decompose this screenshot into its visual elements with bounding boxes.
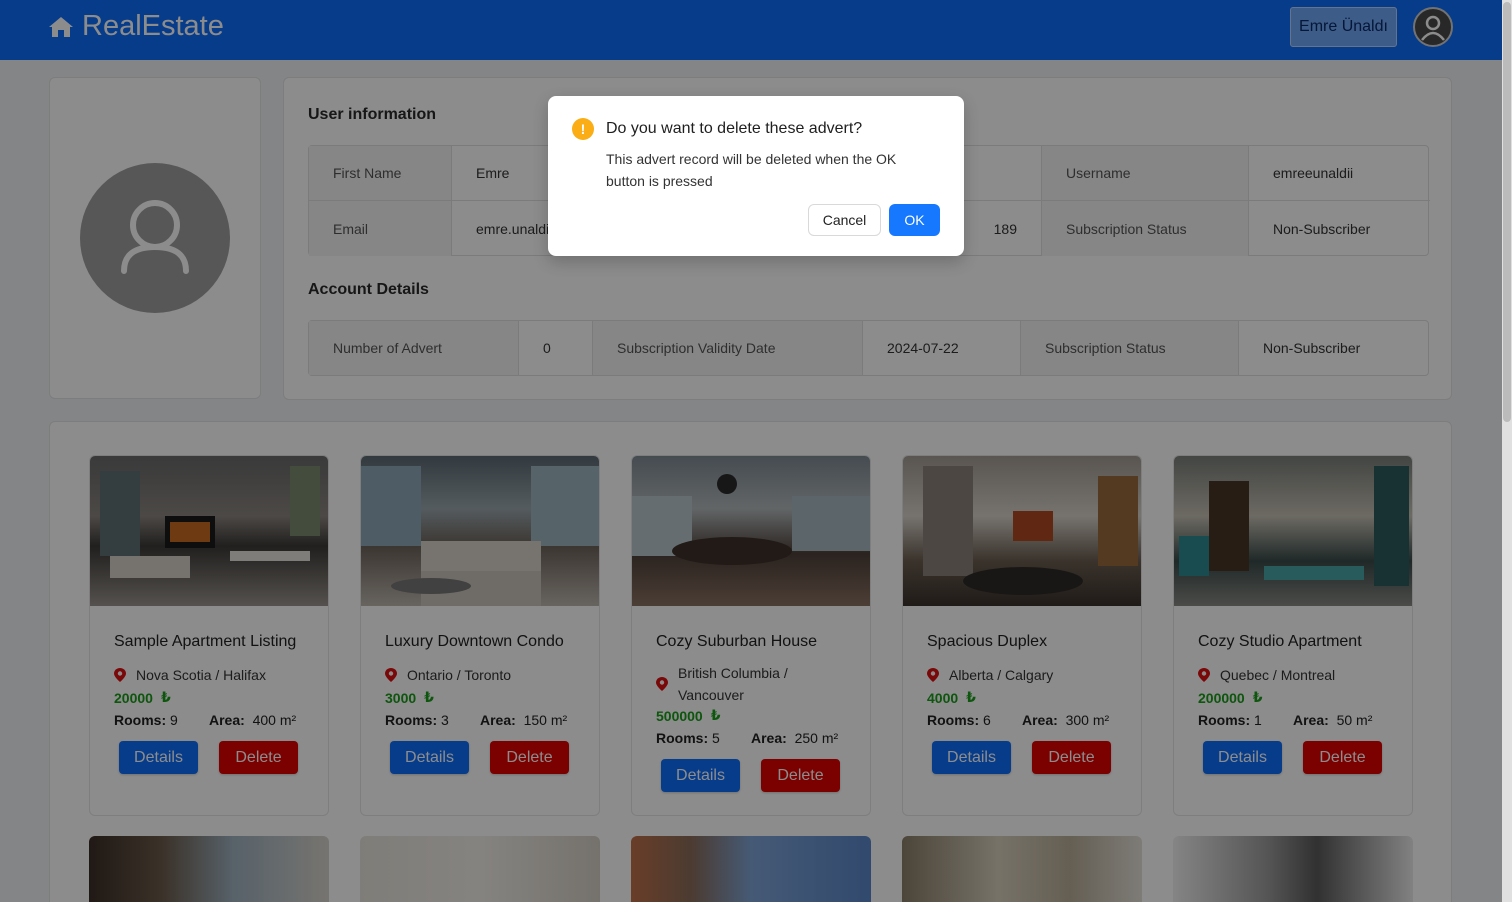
dialog-message: This advert record will be deleted when … <box>606 151 897 189</box>
scrollbar-thumb[interactable] <box>1503 2 1511 422</box>
confirm-delete-dialog: ! Do you want to delete these advert? Th… <box>548 96 964 256</box>
ok-button[interactable]: OK <box>889 204 940 236</box>
cancel-button[interactable]: Cancel <box>808 204 881 236</box>
warning-icon: ! <box>572 118 594 140</box>
page-scrollbar[interactable] <box>1502 0 1512 902</box>
dialog-title: Do you want to delete these advert? <box>606 120 863 137</box>
